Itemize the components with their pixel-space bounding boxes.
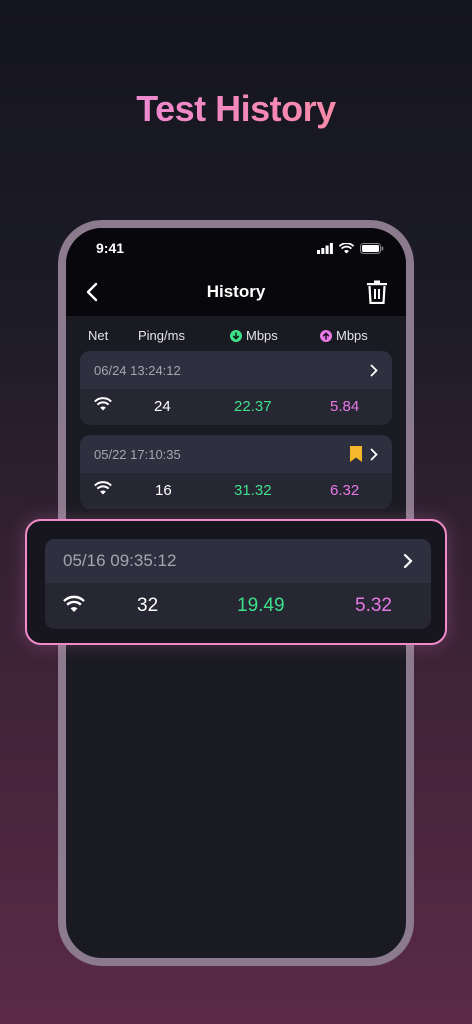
chevron-right-icon[interactable] <box>370 364 378 377</box>
record-download: 31.32 <box>234 482 272 499</box>
highlighted-record-frame: 05/16 09:35:12 32 19.49 5.32 <box>25 519 447 645</box>
history-record[interactable]: 06/24 13:24:12 24 22.37 5.84 <box>80 351 392 425</box>
record-upload: 5.84 <box>330 398 360 415</box>
nav-title: History <box>206 282 266 301</box>
record-download: 22.37 <box>234 398 272 415</box>
signal-icon <box>317 242 333 254</box>
status-bar: 9:41 <box>66 228 406 268</box>
status-time: 9:41 <box>96 240 125 256</box>
col-download-label: Mbps <box>246 328 278 343</box>
record-upload: 5.32 <box>355 595 392 616</box>
bookmark-icon[interactable] <box>350 446 362 462</box>
record-ping: 32 <box>137 595 159 616</box>
record-download: 19.49 <box>237 595 285 616</box>
chevron-right-icon[interactable] <box>370 448 378 461</box>
history-record[interactable]: 05/22 17:10:35 16 31.32 6.32 <box>80 435 392 509</box>
battery-icon <box>360 242 384 254</box>
col-upload: Mbps <box>320 328 368 343</box>
record-ping: 16 <box>155 482 172 499</box>
nav-bar: History <box>66 268 406 316</box>
trash-icon[interactable] <box>366 280 388 304</box>
back-icon[interactable] <box>86 282 98 302</box>
wifi-icon <box>63 595 85 619</box>
record-datetime: 05/16 09:35:12 <box>63 551 177 570</box>
wifi-icon <box>94 397 112 415</box>
wifi-status-icon <box>339 242 354 253</box>
col-net: Net <box>88 328 109 343</box>
record-datetime: 05/22 17:10:35 <box>94 446 181 462</box>
col-ping: Ping/ms <box>138 328 185 343</box>
headline: Test History <box>0 88 472 130</box>
col-download: Mbps <box>230 328 278 343</box>
wifi-icon <box>94 481 112 499</box>
upload-icon <box>320 329 332 342</box>
highlighted-record[interactable]: 05/16 09:35:12 32 19.49 5.32 <box>45 539 431 629</box>
app-header: 9:41 History <box>66 228 406 316</box>
record-ping: 24 <box>154 398 171 415</box>
download-icon <box>230 329 242 342</box>
record-upload: 6.32 <box>330 482 360 499</box>
col-upload-label: Mbps <box>336 328 368 343</box>
chevron-right-icon[interactable] <box>403 553 413 569</box>
record-datetime: 06/24 13:24:12 <box>94 362 181 378</box>
